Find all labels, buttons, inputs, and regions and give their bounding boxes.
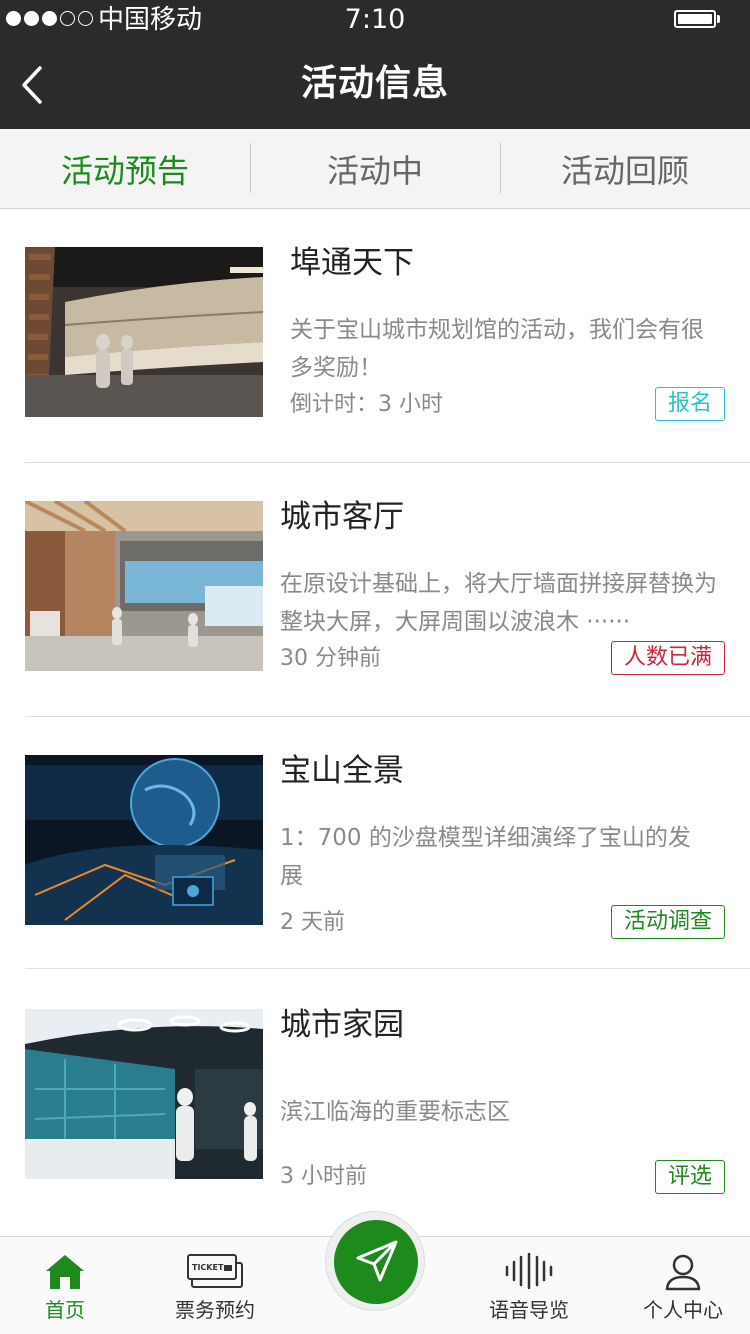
activity-time: 2 天前 [280,910,345,935]
center-navigate-button[interactable] [325,1211,425,1311]
audio-wave-icon [505,1253,553,1289]
activity-description: 滨江临海的重要标志区 [280,1099,510,1125]
tabbar-label: 首页 [45,1298,85,1322]
activity-time: 30 分钟前 [280,646,381,671]
tab-ongoing[interactable]: 活动中 [250,129,500,208]
activity-description: 在原设计基础上，将大厅墙面拼接屏替换为整块大屏，大屏周围以波浪木 ······ [280,571,717,635]
tabbar-audio-guide[interactable]: 语音导览 [454,1237,604,1334]
tabbar-profile[interactable]: 个人中心 [608,1237,750,1334]
tabbar-label: 票务预约 [175,1298,255,1322]
tabbar-tickets[interactable]: TICKET 票务预约 [140,1237,290,1334]
send-arrow-icon [356,1240,398,1282]
page-title: 活动信息 [300,63,449,104]
list-item[interactable]: 宝山全景 1：700 的沙盘模型详细演绎了宝山的发展 2 天前 活动调查 [0,717,750,969]
category-tabs: 活动预告 活动中 活动回顾 [0,129,750,209]
signup-button[interactable]: 报名 [654,387,725,421]
ticket-icon: TICKET [187,1254,243,1288]
activity-image [25,501,263,671]
user-icon [665,1254,701,1291]
tabbar-home[interactable]: 首页 [0,1237,140,1334]
activity-image [25,755,263,925]
navigation-bar: 活动信息 [0,40,750,129]
tab-review[interactable]: 活动回顾 [500,129,750,208]
survey-button[interactable]: 活动调查 [610,905,725,939]
activity-description: 关于宝山城市规划馆的活动，我们会有很多奖励！ [290,317,704,381]
svg-text:TICKET: TICKET [192,1263,224,1272]
list-item[interactable]: 城市家园 滨江临海的重要标志区 3 小时前 评选 [0,969,750,1229]
list-item[interactable]: 城市客厅 在原设计基础上，将大厅墙面拼接屏替换为整块大屏，大屏周围以波浪木 ··… [0,463,750,717]
activity-time: 倒计时：3 小时 [290,392,443,417]
tabbar-label: 个人中心 [643,1298,723,1322]
battery-icon [674,10,716,28]
vote-button[interactable]: 评选 [654,1160,725,1194]
tabbar-label: 语音导览 [489,1298,569,1322]
activity-title: 城市客厅 [280,499,404,535]
activity-time: 3 小时前 [280,1164,367,1189]
activity-image [25,1009,263,1179]
home-icon [46,1255,84,1289]
list-item[interactable]: 埠通天下 关于宝山城市规划馆的活动，我们会有很多奖励！ 倒计时：3 小时 报名 [0,209,750,463]
tab-upcoming[interactable]: 活动预告 [0,129,250,208]
activity-title: 埠通天下 [290,245,414,281]
status-bar: 中国移动 7:10 [0,0,750,40]
activity-description: 1：700 的沙盘模型详细演绎了宝山的发展 [280,825,691,889]
full-status-badge[interactable]: 人数已满 [610,641,725,675]
status-time: 7:10 [344,4,406,35]
activity-title: 城市家园 [280,1007,404,1043]
activity-title: 宝山全景 [280,753,404,789]
activity-image [25,247,263,417]
